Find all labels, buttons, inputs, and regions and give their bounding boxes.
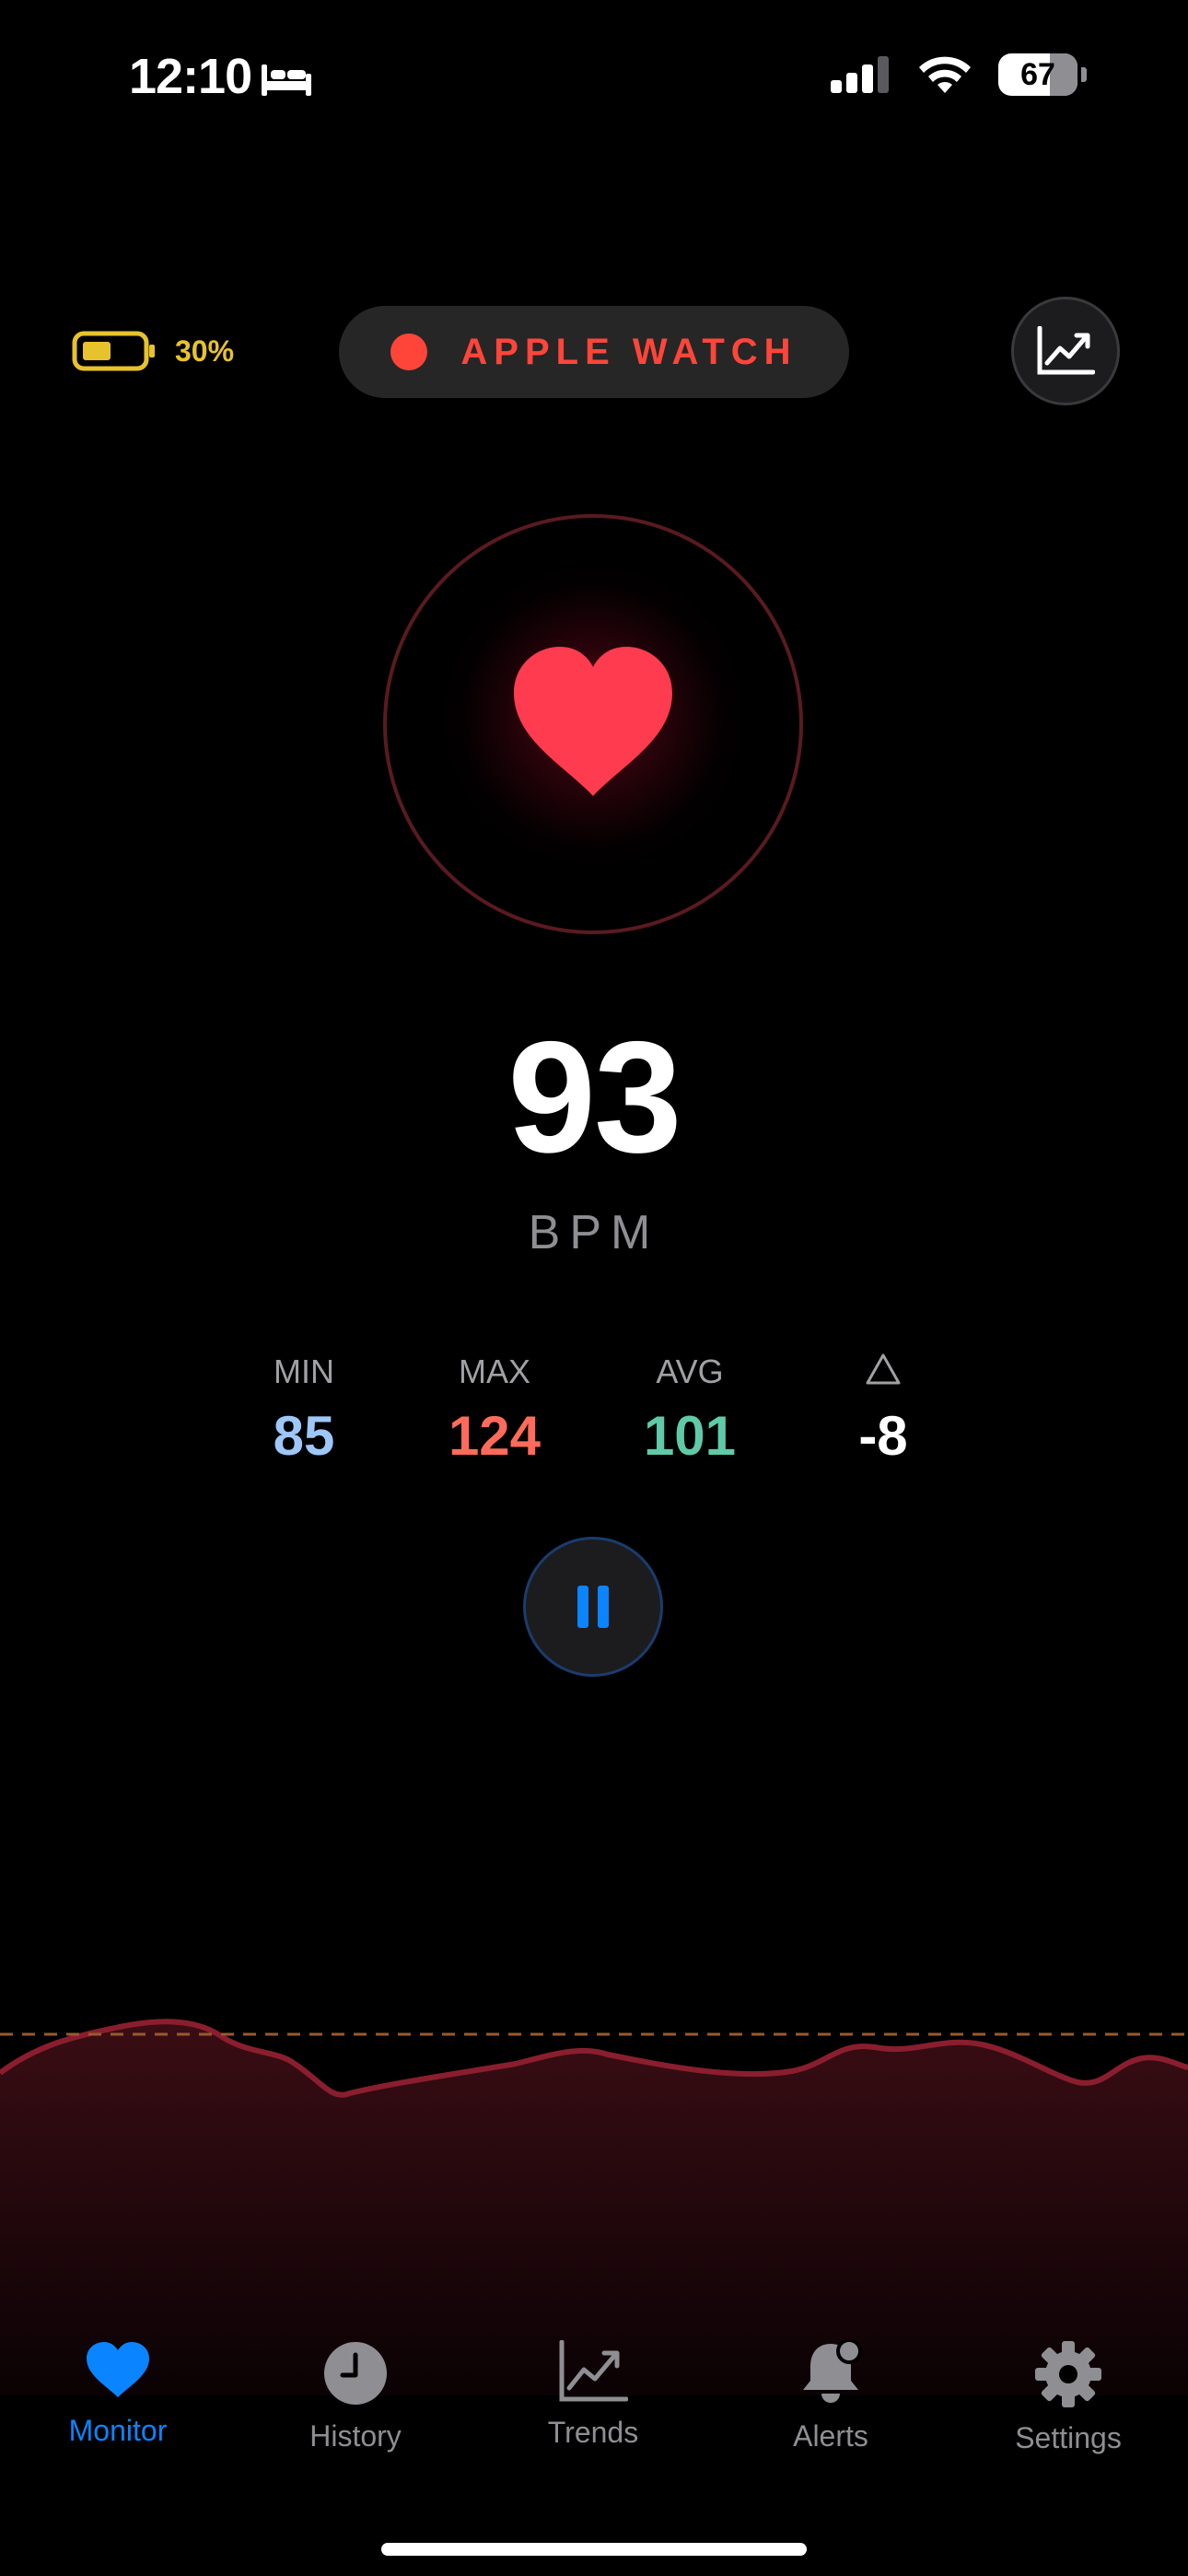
watch-battery-percent: 30% [175, 334, 235, 368]
battery-icon [72, 331, 155, 371]
stat-min-label: MIN [274, 1352, 334, 1390]
watch-battery-status: 30% [72, 330, 234, 372]
chart-icon [1037, 326, 1095, 375]
wifi-icon [919, 56, 971, 93]
chart-icon [559, 2340, 628, 2402]
status-time: 12:10 [129, 49, 252, 104]
bell-icon [803, 2340, 862, 2403]
pause-icon [577, 1586, 588, 1628]
tab-alerts[interactable]: Alerts [729, 2340, 932, 2453]
tab-alerts-label: Alerts [793, 2419, 868, 2453]
phone-battery-level: 67 [1020, 56, 1055, 92]
stat-min: MIN 85 [212, 1352, 396, 1468]
stat-delta-label [791, 1352, 975, 1393]
stat-max-value: 124 [448, 1405, 542, 1467]
stat-max-label: MAX [458, 1352, 530, 1390]
tab-monitor-label: Monitor [68, 2414, 168, 2447]
gear-icon [1035, 2341, 1101, 2407]
tab-bar: Monitor History Trends Alerts Settings [0, 2340, 1188, 2506]
tab-settings[interactable]: Settings [967, 2340, 1170, 2455]
stat-delta: -8 [791, 1352, 975, 1468]
tab-settings-label: Settings [1015, 2421, 1122, 2454]
sleep-focus-icon [262, 64, 311, 96]
connection-status-dot [390, 334, 428, 370]
stat-avg: AVG 101 [598, 1352, 782, 1468]
pause-button[interactable] [523, 1537, 663, 1677]
heart-rate-unit: BPM [528, 1206, 660, 1259]
heart-icon [87, 2342, 149, 2397]
heart-rate-value: 93 [507, 1009, 681, 1186]
tab-history-label: History [309, 2419, 402, 2453]
heart-rate-waveform [0, 2019, 1188, 2395]
stat-max: MAX 124 [402, 1352, 587, 1468]
stat-avg-value: 101 [643, 1405, 737, 1467]
stat-delta-value: -8 [858, 1405, 908, 1467]
clock-icon [324, 2342, 387, 2405]
phone-battery-indicator: 67 [998, 53, 1077, 96]
tab-trends[interactable]: Trends [492, 2340, 694, 2450]
home-indicator[interactable] [381, 2543, 807, 2556]
trends-button[interactable] [1011, 297, 1120, 405]
device-selector[interactable]: APPLE WATCH [339, 306, 849, 398]
stat-min-value: 85 [273, 1405, 335, 1467]
tab-history[interactable]: History [254, 2340, 457, 2453]
delta-icon [866, 1353, 901, 1385]
tab-monitor[interactable]: Monitor [17, 2340, 219, 2448]
heart-icon [514, 647, 672, 796]
stat-avg-label: AVG [656, 1352, 724, 1390]
tab-trends-label: Trends [547, 2416, 639, 2449]
device-name: APPLE WATCH [460, 331, 798, 372]
cellular-signal-icon [831, 56, 889, 93]
